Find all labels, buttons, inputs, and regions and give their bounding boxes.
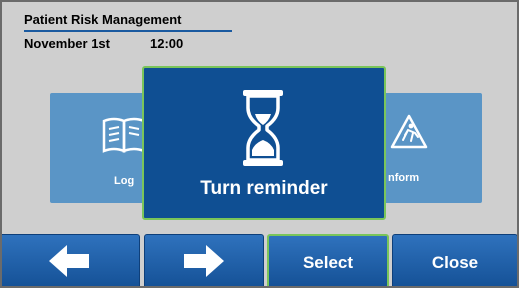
device-screen: Patient Risk Management November 1st 12:…: [0, 0, 519, 288]
header: Patient Risk Management November 1st 12:…: [24, 12, 234, 51]
hourglass-icon: [241, 88, 285, 173]
select-button[interactable]: Select: [267, 234, 389, 286]
time-text: 12:00: [149, 36, 184, 51]
arrow-left-icon: [47, 243, 91, 284]
book-icon: [100, 115, 148, 160]
previous-button[interactable]: [2, 234, 140, 286]
bottom-toolbar: Select Close: [2, 233, 517, 286]
close-button[interactable]: Close: [392, 234, 517, 286]
tile-inform-label: nform: [388, 172, 420, 184]
turn-reminder-dialog[interactable]: Turn reminder: [142, 66, 386, 220]
tile-log-label: Log: [114, 175, 135, 187]
datetime-row: November 1st 12:00: [24, 36, 234, 51]
app-title: Patient Risk Management: [24, 12, 182, 27]
arrow-right-icon: [182, 243, 226, 284]
slip-warning-icon: [389, 113, 429, 156]
title-underline: [24, 30, 232, 32]
next-button[interactable]: [144, 234, 264, 286]
date-text: November 1st: [24, 36, 110, 51]
dialog-message: Turn reminder: [200, 178, 328, 199]
